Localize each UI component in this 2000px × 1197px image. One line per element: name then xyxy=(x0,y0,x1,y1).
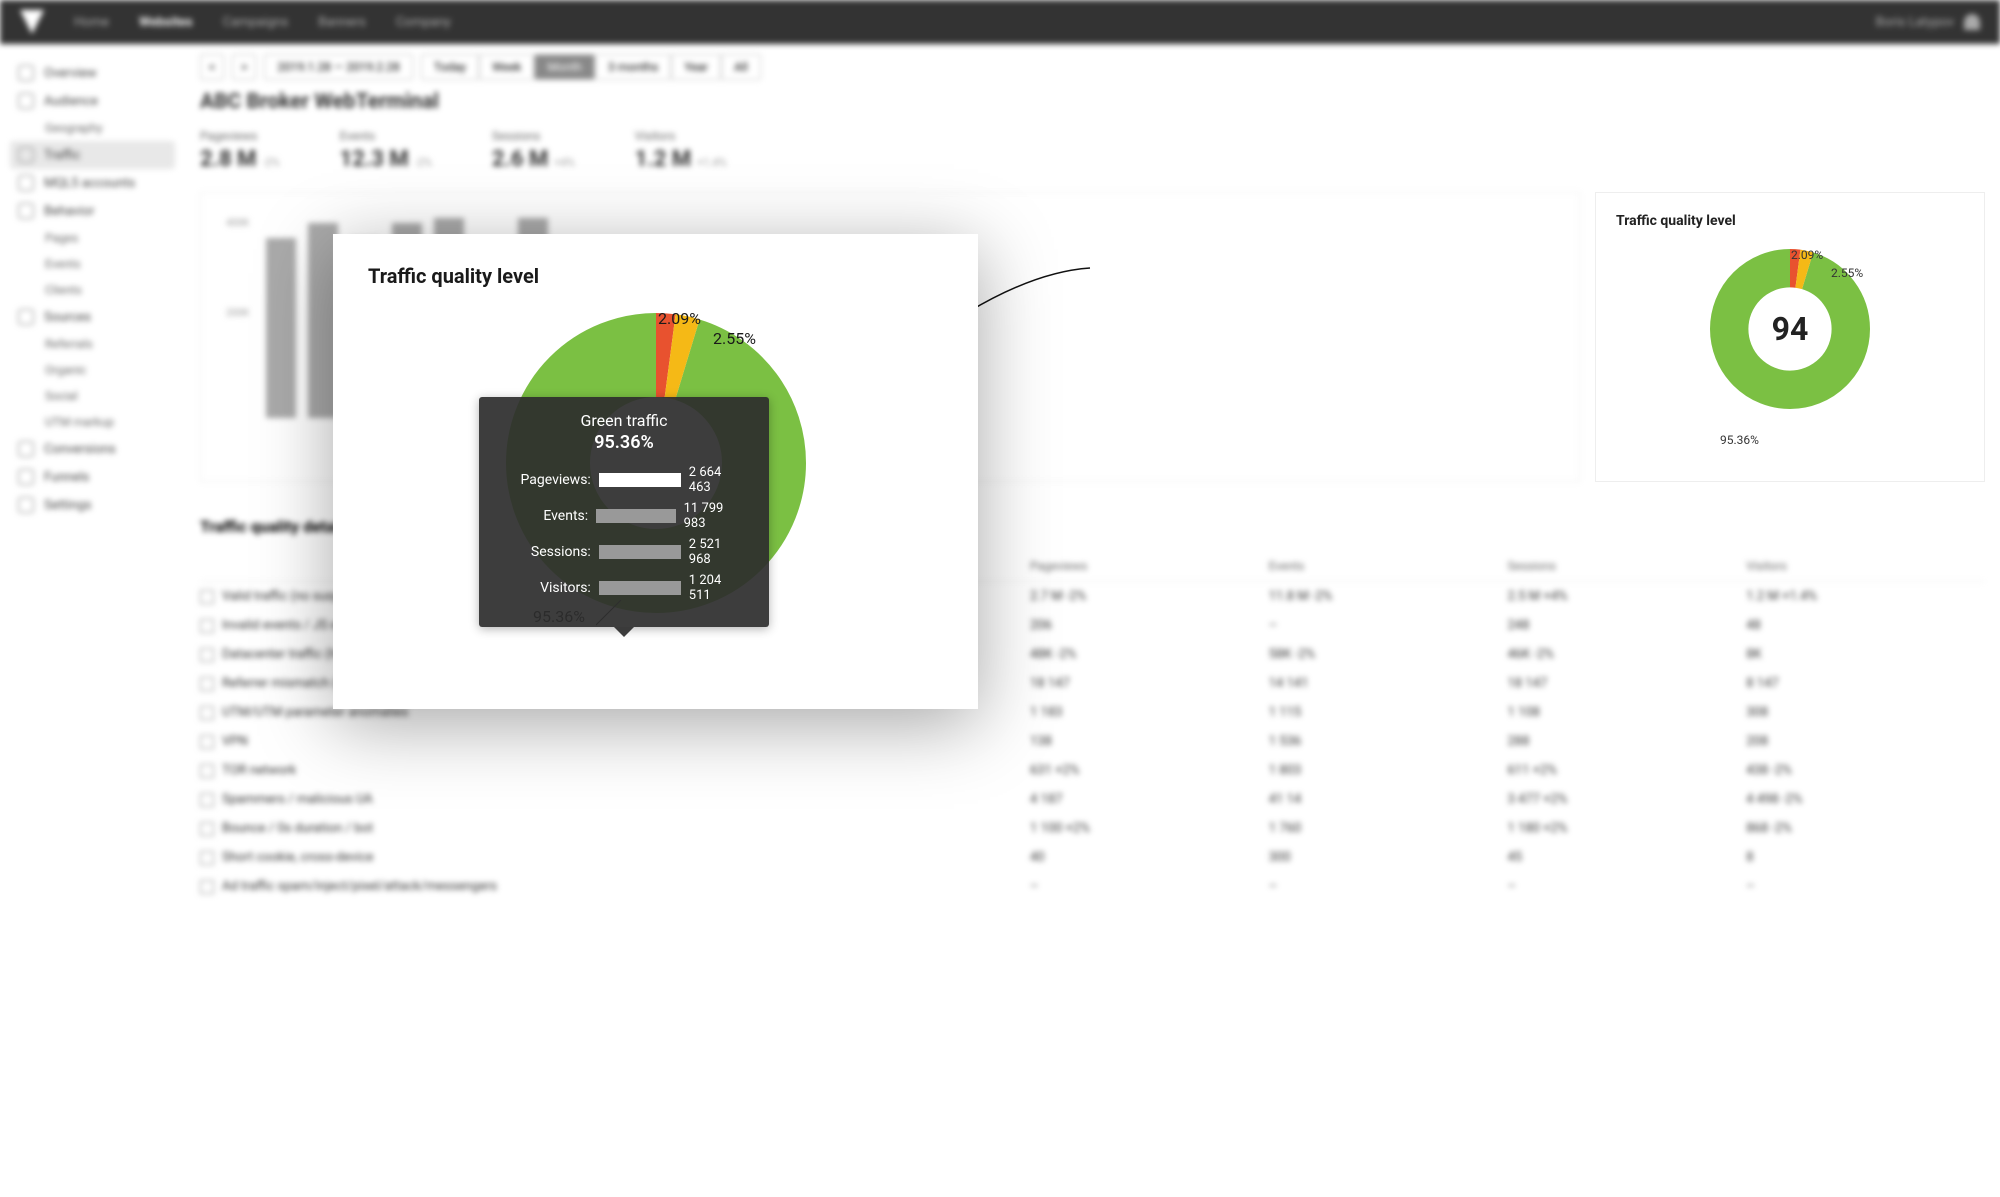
sidebar-icon xyxy=(18,203,34,219)
tooltip-row: Visitors:1 204 511 xyxy=(503,573,745,603)
checkbox-icon[interactable] xyxy=(200,706,214,720)
table-row[interactable]: Short cookie, cross-device40300458 xyxy=(200,843,1985,872)
metrics-row: Pageviews2.8 M-2% Events12.3 M-2% Sessions… xyxy=(200,129,1985,172)
tooltip-row: Events:11 799 983 xyxy=(503,501,745,531)
sidebar-item[interactable]: Settings xyxy=(10,491,175,519)
nav-item[interactable]: Websites xyxy=(139,15,193,30)
logo-icon xyxy=(20,10,44,34)
top-nav: Home Websites Campaigns Banners Company Bori… xyxy=(0,0,2000,44)
green-pct-label: 95.36% xyxy=(1720,433,1759,447)
table-row[interactable]: Bounce / 0s duration / bot1 100 +2%1 760… xyxy=(200,814,1985,843)
modal-red-pct: 2.09% xyxy=(658,309,701,328)
sidebar-item[interactable]: Audience xyxy=(10,87,175,115)
sidebar-subitem[interactable]: Events xyxy=(10,251,175,277)
checkbox-icon[interactable] xyxy=(200,880,214,894)
sidebar-subitem[interactable]: Social xyxy=(10,383,175,409)
checkbox-icon[interactable] xyxy=(200,764,214,778)
checkbox-icon[interactable] xyxy=(200,677,214,691)
nav-item[interactable]: Company xyxy=(396,15,451,30)
sidebar: OverviewAudienceGeographyTrafficMQL5 acc… xyxy=(0,44,185,1197)
modal-title: Traffic quality level xyxy=(368,264,943,288)
metric: Events12.3 M-2% xyxy=(340,129,432,172)
checkbox-icon[interactable] xyxy=(200,851,214,865)
toolbar: < > 2019.1.28 — 2019.2.28 TodayWeekMonth… xyxy=(200,54,1985,80)
table-row[interactable]: Ad traffic spam/inject/pixel/attack/mess… xyxy=(200,872,1985,901)
period-button[interactable]: Today xyxy=(421,54,479,80)
table-row[interactable]: Spammers / malicious UA4 18741 143 477 +… xyxy=(200,785,1985,814)
period-button[interactable]: 3 months xyxy=(595,54,671,80)
checkbox-icon[interactable] xyxy=(200,619,214,633)
sidebar-icon xyxy=(18,93,34,109)
checkbox-icon[interactable] xyxy=(200,590,214,604)
checkbox-icon[interactable] xyxy=(200,648,214,662)
modal-yellow-pct: 2.55% xyxy=(713,329,756,348)
period-button[interactable]: Month xyxy=(534,54,594,80)
checkbox-icon[interactable] xyxy=(200,735,214,749)
sidebar-icon xyxy=(18,65,34,81)
period-button[interactable]: Year xyxy=(671,54,721,80)
page-title: ABC Broker WebTerminal xyxy=(200,90,1985,114)
sidebar-item[interactable]: Traffic xyxy=(10,141,175,169)
tooltip-pct: 95.36% xyxy=(503,432,745,453)
widget-title: Traffic quality level xyxy=(1616,213,1964,229)
date-range[interactable]: 2019.1.28 — 2019.2.28 xyxy=(264,54,412,80)
tooltip-row: Sessions:2 521 968 xyxy=(503,537,745,567)
nav-item[interactable]: Home xyxy=(74,15,109,30)
next-button[interactable]: > xyxy=(232,54,256,80)
sidebar-icon xyxy=(18,497,34,513)
checkbox-icon[interactable] xyxy=(200,793,214,807)
sidebar-item[interactable]: Conversions xyxy=(10,435,175,463)
metric: Sessions2.6 M+4% xyxy=(492,129,575,172)
sidebar-item[interactable]: Sources xyxy=(10,303,175,331)
tooltip-title: Green traffic xyxy=(503,411,745,430)
traffic-quality-modal: Traffic quality level 2.09% 2.55% 95.36%… xyxy=(333,234,978,709)
chart-bar xyxy=(266,238,296,418)
sidebar-subitem[interactable]: UTM markup xyxy=(10,409,175,435)
user-name[interactable]: Boris Latypov xyxy=(1876,15,1954,30)
sidebar-icon xyxy=(18,309,34,325)
sidebar-icon xyxy=(18,441,34,457)
table-row[interactable]: TOR network631 +2%1 803611 +2%438 -2% xyxy=(200,756,1985,785)
sidebar-item[interactable]: MQL5 accounts xyxy=(10,169,175,197)
sidebar-item[interactable]: Funnels xyxy=(10,463,175,491)
table-row[interactable]: VPN1381 536288208 xyxy=(200,727,1985,756)
sidebar-subitem[interactable]: Organic xyxy=(10,357,175,383)
sidebar-subitem[interactable]: Pages xyxy=(10,225,175,251)
sidebar-subitem[interactable]: Geography xyxy=(10,115,175,141)
checkbox-icon[interactable] xyxy=(200,822,214,836)
yellow-pct-label: 2.55% xyxy=(1831,266,1863,280)
donut-tooltip: Green traffic 95.36% Pageviews:2 664 463… xyxy=(479,397,769,627)
sidebar-item[interactable]: Overview xyxy=(10,59,175,87)
metric: Pageviews2.8 M-2% xyxy=(200,129,280,172)
period-button[interactable]: All xyxy=(721,54,761,80)
period-button[interactable]: Week xyxy=(479,54,534,80)
tooltip-row: Pageviews:2 664 463 xyxy=(503,465,745,495)
sidebar-icon xyxy=(18,469,34,485)
sidebar-subitem[interactable]: Referrals xyxy=(10,331,175,357)
sidebar-subitem[interactable]: Clients xyxy=(10,277,175,303)
nav-item[interactable]: Campaigns xyxy=(223,15,289,30)
bell-icon[interactable] xyxy=(1964,14,1980,30)
traffic-quality-widget: Traffic quality level 94 2.09% 2.55% 95.… xyxy=(1595,192,1985,482)
sidebar-icon xyxy=(18,175,34,191)
metric: Visitors1.2 M+1.4% xyxy=(635,129,727,172)
sidebar-item[interactable]: Behavior xyxy=(10,197,175,225)
sidebar-icon xyxy=(18,147,34,163)
red-pct-label: 2.09% xyxy=(1791,248,1823,262)
prev-button[interactable]: < xyxy=(200,54,224,80)
nav-item[interactable]: Banners xyxy=(318,15,366,30)
quality-score: 94 xyxy=(1754,293,1826,365)
